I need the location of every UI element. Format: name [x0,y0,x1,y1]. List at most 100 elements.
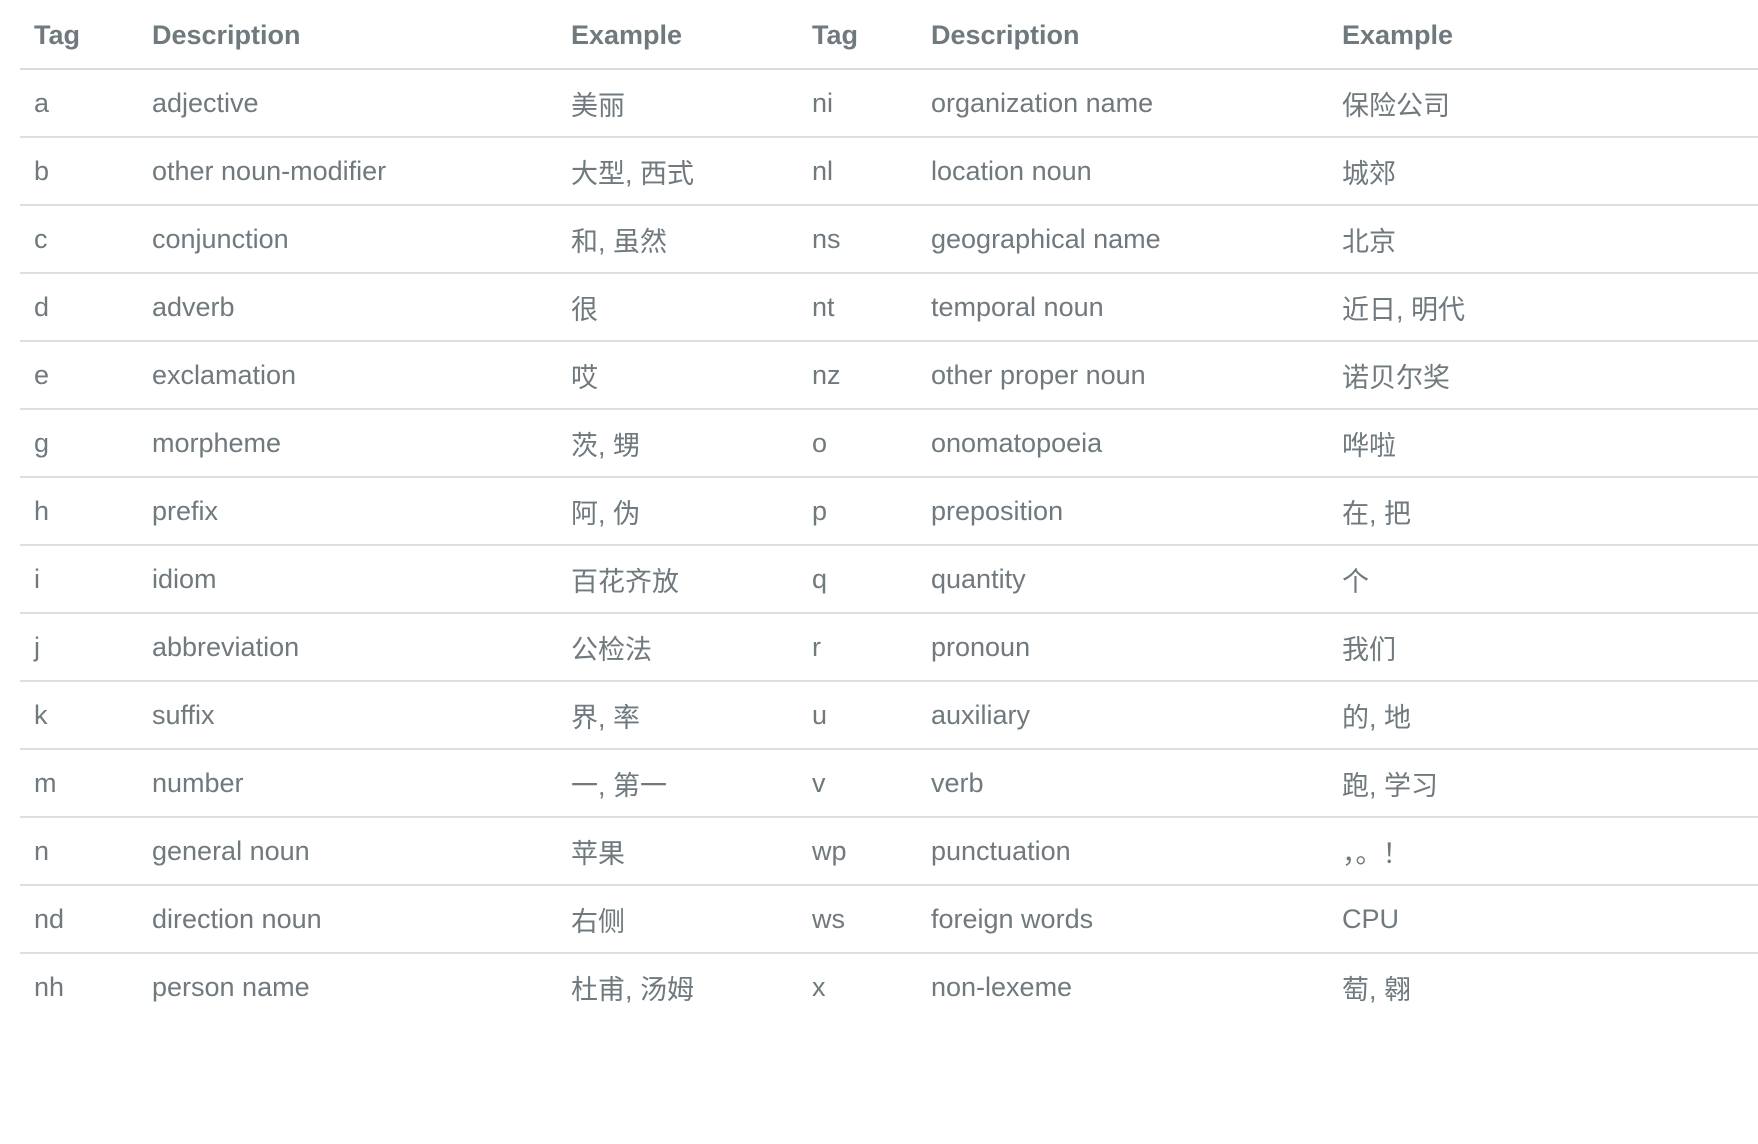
tag-right-cell: ns [798,205,917,274]
table-row: nh person name 杜甫, 汤姆 x non-lexeme 萄, 翱 [20,953,1758,1020]
tag-left-cell: nd [20,885,138,954]
tag-left-cell: g [20,409,138,478]
description-left-cell: number [138,749,557,818]
table-row: h prefix 阿, 伪 p preposition 在, 把 [20,477,1758,546]
tag-left-cell: i [20,545,138,614]
description-left-cell: person name [152,971,310,1002]
example-left-cell: 哎 [557,341,798,410]
description-right-cell: pronoun [917,613,1328,682]
header-example-right: Example [1328,2,1758,70]
example-left-cell: 美丽 [557,69,798,138]
tag-right-cell: nl [798,137,917,206]
tag-right-cell: u [798,681,917,750]
description-left-cell: suffix [138,681,557,750]
example-left-cell: 公检法 [557,613,798,682]
tag-left-cell: k [20,681,138,750]
example-right-cell: 我们 [1328,613,1758,682]
description-left-cell: other noun-modifier [138,137,557,206]
tag-left-cell: m [20,749,138,818]
tag-left-cell: d [20,273,138,342]
example-left-cell: 一, 第一 [557,749,798,818]
example-left-cell: 和, 虽然 [557,205,798,274]
table-header: Tag Description Example Tag Description … [20,2,1758,70]
table-row: d adverb 很 nt temporal noun 近日, 明代 [20,273,1758,342]
table-row: nd direction noun 右侧 ws foreign words CPU [20,885,1758,954]
table-row: j abbreviation 公检法 r pronoun 我们 [20,613,1758,682]
example-right-cell: 的, 地 [1328,681,1758,750]
example-right-cell: 哗啦 [1328,409,1758,478]
tag-right-cell: v [798,749,917,818]
description-left-cell: adjective [138,69,557,138]
table-row: n general noun 苹果 wp punctuation，。！ [20,817,1758,886]
header-description-right: Description [917,2,1328,70]
example-right-cell: 近日, 明代 [1328,273,1758,342]
example-left-cell: 右侧 [557,885,798,954]
header-tag-right: Tag [798,2,917,70]
example-left-cell: 百花齐放 [557,545,798,614]
table-row: m number 一, 第一 v verb 跑, 学习 [20,749,1758,818]
table-row: c conjunction 和, 虽然 ns geographical name 北京 [20,205,1758,274]
description-right-cell: organization name [917,69,1328,138]
description-left-cell: conjunction [138,205,557,274]
tag-right-cell: wp [798,817,917,886]
description-right-cell: non-lexeme [931,971,1073,1002]
tag-right-cell: q [798,545,917,614]
table-row: g morpheme 茨, 甥 o onomatopoeia 哗啦 [20,409,1758,478]
tag-right-cell: ni [798,69,917,138]
description-left-cell: morpheme [138,409,557,478]
tag-right-cell: nt [798,273,917,342]
table-body: a adjective 美丽 ni organization name 保险公司 b othe… [20,69,1758,1020]
table-row: a adjective 美丽 ni organization name 保险公司 [20,69,1758,138]
example-right-cell: 在, 把 [1328,477,1758,546]
example-left-cell: 杜甫, 汤姆 [571,974,695,1005]
description-left-cell: prefix [138,477,557,546]
example-left-cell: 界, 率 [557,681,798,750]
example-right-cell: CPU [1328,885,1758,954]
example-right-cell: 个 [1328,545,1758,614]
description-right-cell: foreign words [917,885,1328,954]
tag-right-cell: o [798,409,917,478]
pos-tag-table: Tag Description Example Tag Description … [20,2,1758,1020]
tag-right-cell: nz [798,341,917,410]
header-row: Tag Description Example Tag Description … [20,2,1758,70]
tag-left-cell: e [20,341,138,410]
description-right-cell: auxiliary [917,681,1328,750]
table-row: k suffix 界, 率 u auxiliary 的, 地 [20,681,1758,750]
description-left-cell: exclamation [138,341,557,410]
tag-left-cell: h [20,477,138,546]
description-right-cell: temporal noun [917,273,1328,342]
table-row: i idiom 百花齐放 q quantity 个 [20,545,1758,614]
tag-left-cell: j [20,613,138,682]
tag-left-cell: b [20,137,138,206]
description-left-cell: general noun [138,817,557,886]
tag-right-cell: ws [798,885,917,954]
description-right-cell: onomatopoeia [917,409,1328,478]
description-right-cell: punctuation [917,817,1328,886]
example-left-cell: 茨, 甥 [557,409,798,478]
example-right-cell: 北京 [1328,205,1758,274]
description-left-cell: abbreviation [138,613,557,682]
example-left-cell: 很 [557,273,798,342]
header-description-left: Description [138,2,557,70]
description-left-cell: adverb [138,273,557,342]
tag-right-cell: x [812,971,826,1002]
example-right-cell: 保险公司 [1328,69,1758,138]
description-right-cell: geographical name [917,205,1328,274]
example-right-cell: 城郊 [1328,137,1758,206]
tag-right-cell: r [798,613,917,682]
example-left-cell: 大型, 西式 [557,137,798,206]
description-right-cell: other proper noun [917,341,1328,410]
description-left-cell: idiom [138,545,557,614]
description-right-cell: quantity [917,545,1328,614]
description-right-cell: preposition [917,477,1328,546]
description-right-cell: verb [917,749,1328,818]
example-right-cell: 诺贝尔奖 [1328,341,1758,410]
example-right-cell: 萄, 翱 [1342,974,1412,1005]
description-left-cell: direction noun [138,885,557,954]
example-right-cell: ，。！ [1328,817,1758,886]
example-left-cell: 阿, 伪 [557,477,798,546]
example-right-cell: 跑, 学习 [1328,749,1758,818]
table-row: b other noun-modifier 大型, 西式 nl location nou… [20,137,1758,206]
tag-left-cell: a [20,69,138,138]
tag-left-cell: nh [34,971,65,1002]
